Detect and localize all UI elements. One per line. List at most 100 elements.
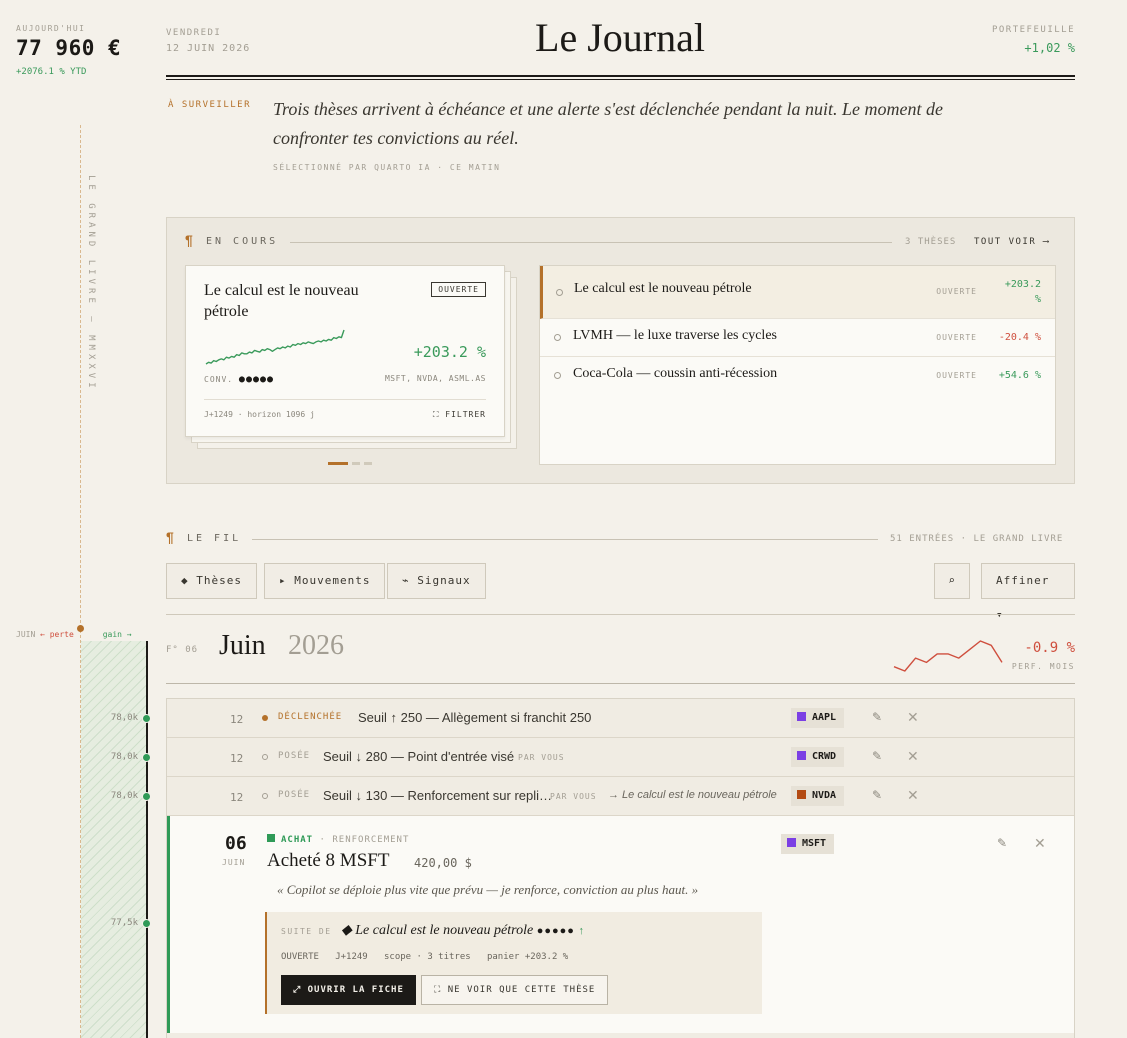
linked-thesis-box: SUITE DE ◆ Le calcul est le nouveau pétr… xyxy=(265,912,762,1014)
ytd-change: +2076.1 % YTD xyxy=(16,67,87,77)
legend-loss: ← perte xyxy=(40,630,74,639)
ticker-symbol: MSFT xyxy=(802,838,827,849)
list-bullet xyxy=(556,289,563,296)
entry-text: Seuil ↑ 250 — Allègement si franchit 250 xyxy=(358,710,592,725)
linked-thesis-basket: panier +203.2 % xyxy=(486,952,569,962)
close-icon[interactable]: ✕ xyxy=(1034,835,1046,852)
watch-label: À SURVEILLER xyxy=(168,100,252,110)
timeline-tick-dot[interactable] xyxy=(142,714,151,723)
month-performance: -0.9 % xyxy=(1024,640,1075,656)
today-label: AUJOURD'HUI xyxy=(16,24,86,33)
fil-heading: LE FIL xyxy=(187,533,242,544)
linked-thesis-title: ◆ Le calcul est le nouveau pétrole xyxy=(341,923,534,938)
filter-signaux-button[interactable]: ⌁ Signaux xyxy=(387,563,486,599)
list-bullet xyxy=(554,334,561,341)
pager-dot[interactable] xyxy=(364,462,372,465)
portfolio-label: PORTEFEUILLE xyxy=(991,25,1075,35)
entry-status: POSÉE xyxy=(278,751,311,761)
section-rule xyxy=(252,539,878,540)
ticker-chip[interactable]: MSFT xyxy=(781,834,835,854)
thesis-list-item[interactable]: Le calcul est le nouveau pétrole OUVERTE… xyxy=(540,266,1055,319)
pager-dot[interactable] xyxy=(352,462,360,465)
entry-row[interactable]: 12 POSÉE Seuil ↓ 130 — Renforcement sur … xyxy=(167,777,1074,816)
timeline-tick-dot[interactable] xyxy=(142,919,151,928)
expanded-entry[interactable]: 06 JUIN ACHAT · RENFORCEMENT Acheté 8 MS… xyxy=(167,816,1074,1033)
entry-type-label: ACHAT xyxy=(281,835,314,845)
thesis-list-item[interactable]: LVMH — le luxe traverse les cycles OUVER… xyxy=(540,319,1055,357)
thesis-card[interactable]: Le calcul est le nouveau pétrole OUVERTE… xyxy=(185,265,505,437)
entry-text: Seuil ↓ 280 — Point d'entrée visé xyxy=(323,749,515,764)
ledger-vertical-title: LE GRAND LIVRE — MMXXVI xyxy=(86,175,96,392)
entry-row[interactable]: 12 DÉCLENCHÉE Seuil ↑ 250 — Allègement s… xyxy=(167,699,1074,738)
edit-icon[interactable]: ✎ xyxy=(997,836,1007,850)
timeline-tick-dot[interactable] xyxy=(142,792,151,801)
expanded-entry-price: 420,00 $ xyxy=(414,856,472,870)
card-pager xyxy=(328,462,376,465)
fil-meta: 51 ENTRÉES · LE GRAND LIVRE xyxy=(890,534,1064,544)
entry-status: DÉCLENCHÉE xyxy=(278,712,343,722)
buy-icon xyxy=(267,834,275,842)
watch-text: Trois thèses arrivent à échéance et une … xyxy=(273,99,944,148)
thesis-list-performance: +203.2 % xyxy=(1004,279,1041,305)
timeline-axis xyxy=(146,641,148,1038)
open-sheet-button[interactable]: ⤢ OUVRIR LA FICHE xyxy=(281,975,416,1005)
linked-thesis-status: OUVERTE xyxy=(281,952,319,962)
entry-day: 12 xyxy=(230,713,244,726)
linked-thesis[interactable]: ◆ Le calcul est le nouveau pétrole ●●●●●… xyxy=(341,922,584,939)
entry-type: ACHAT · RENFORCEMENT xyxy=(267,834,409,845)
only-this-thesis-button[interactable]: ⛶ NE VOIR QUE CETTE THÈSE xyxy=(421,975,609,1005)
filter-mouvements-button[interactable]: ▸ Mouvements xyxy=(264,563,386,599)
ticker-symbol: CRWD xyxy=(812,751,837,762)
legend-month: JUIN xyxy=(16,630,36,639)
thesis-card-horizon: J+1249 · horizon 1096 j xyxy=(204,410,315,419)
expanded-entry-month: JUIN xyxy=(222,858,246,867)
refine-dropdown[interactable]: Affiner ▾ xyxy=(981,563,1075,621)
pager-dot-active[interactable] xyxy=(328,462,348,465)
pilcrow-icon: ¶ xyxy=(166,529,174,545)
close-icon[interactable]: ✕ xyxy=(907,787,919,804)
close-icon[interactable]: ✕ xyxy=(907,748,919,765)
header-weekday: VENDREDI xyxy=(166,28,222,38)
pilcrow-icon: ¶ xyxy=(185,232,193,248)
timeline-tick-label: 78,0k xyxy=(110,752,138,762)
ticker-chip[interactable]: AAPL xyxy=(791,708,845,728)
card-divider xyxy=(204,399,486,400)
conviction-label: CONV. xyxy=(204,375,234,384)
ticker-chip[interactable]: CRWD xyxy=(791,747,845,767)
timeline-gain-area xyxy=(81,641,147,1038)
timeline-origin-dot xyxy=(77,625,84,632)
header-date: 12 JUIN 2026 xyxy=(166,43,251,54)
month-year: 2026 xyxy=(288,630,344,661)
thesis-card-performance: +203.2 % xyxy=(413,343,486,361)
thesis-list: Le calcul est le nouveau pétrole OUVERTE… xyxy=(539,265,1056,465)
linked-thesis-label: SUITE DE xyxy=(281,927,332,936)
search-button[interactable]: ⌕ xyxy=(934,563,970,599)
edit-icon[interactable]: ✎ xyxy=(872,749,882,763)
timeline-tick-dot[interactable] xyxy=(142,753,151,762)
entry-author: PAR VOUS xyxy=(550,792,597,801)
filter-button[interactable]: ⛶ FILTRER xyxy=(433,410,486,420)
thesis-list-status: OUVERTE xyxy=(936,287,977,296)
month-performance-label: PERF. MOIS xyxy=(1011,662,1075,671)
ticker-color-swatch xyxy=(797,790,806,799)
ticker-color-swatch xyxy=(787,838,796,847)
thesis-list-item[interactable]: Coca-Cola — coussin anti-récession OUVER… xyxy=(540,357,1055,395)
thesis-list-title: LVMH — le luxe traverse les cycles xyxy=(573,328,777,343)
entry-subtype: · RENFORCEMENT xyxy=(319,835,410,845)
entry-thesis-link[interactable]: → Le calcul est le nouveau pétrole xyxy=(608,789,777,801)
search-icon: ⌕ xyxy=(948,574,956,587)
filter-theses-button[interactable]: ◆ Thèses xyxy=(166,563,257,599)
thesis-list-status: OUVERTE xyxy=(936,333,977,342)
see-all-link[interactable]: TOUT VOIR ⟶ xyxy=(974,237,1050,247)
edit-icon[interactable]: ✎ xyxy=(872,710,882,724)
ticker-chip[interactable]: NVDA xyxy=(791,786,845,806)
portfolio-change: +1,02 % xyxy=(1024,41,1075,55)
legend-gain: gain → xyxy=(102,630,132,639)
edit-icon[interactable]: ✎ xyxy=(872,788,882,802)
entry-status: POSÉE xyxy=(278,790,311,800)
trend-up-icon: ↑ xyxy=(578,925,584,937)
entry-row[interactable]: 12 POSÉE Seuil ↓ 280 — Point d'entrée vi… xyxy=(167,738,1074,777)
page-title: Le Journal xyxy=(535,15,705,60)
close-icon[interactable]: ✕ xyxy=(907,709,919,726)
watch-meta: SÉLECTIONNÉ PAR QUARTO IA · CE MATIN xyxy=(273,163,501,172)
